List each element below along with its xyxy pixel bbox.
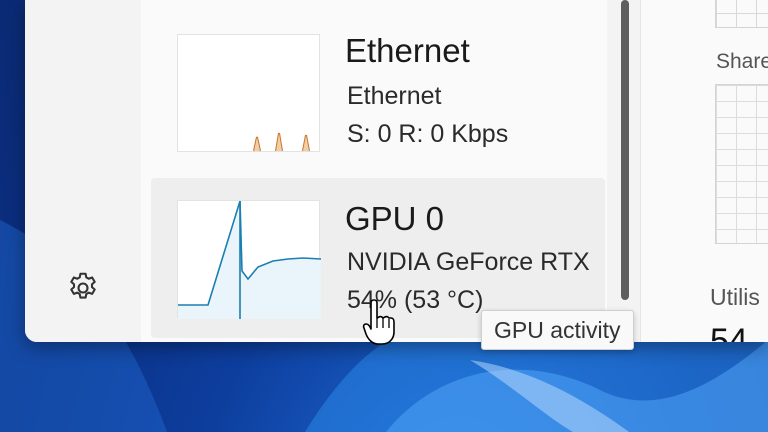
performance-list: Ethernet Ethernet S: 0 R: 0 Kbps GPU 0 N…: [141, 0, 629, 342]
detail-pane: Share Utilis 54: [640, 0, 768, 342]
settings-button[interactable]: [61, 266, 105, 310]
ethernet-graph: [177, 34, 320, 152]
utilisation-value: 54: [710, 322, 748, 342]
task-manager-window: Ethernet Ethernet S: 0 R: 0 Kbps GPU 0 N…: [25, 0, 768, 342]
nav-pane: [25, 0, 141, 342]
gear-icon: [70, 272, 96, 299]
list-scrollbar[interactable]: [621, 0, 629, 300]
detail-graph-top: [715, 0, 768, 28]
shared-memory-graph: [715, 84, 768, 244]
hand-cursor-icon: [362, 299, 395, 345]
tooltip-text: GPU activity: [494, 317, 621, 343]
item-title: GPU 0: [345, 200, 445, 237]
tooltip: GPU activity: [481, 310, 634, 350]
utilisation-label: Utilis: [710, 284, 760, 310]
perf-item-ethernet[interactable]: Ethernet Ethernet S: 0 R: 0 Kbps: [151, 12, 605, 172]
item-title: Ethernet: [345, 32, 470, 69]
gpu-graph: [177, 200, 322, 319]
item-subtitle: NVIDIA GeForce RTX: [347, 248, 590, 276]
shared-memory-label: Share: [716, 50, 768, 73]
item-subtitle: Ethernet: [347, 82, 442, 110]
item-stat: S: 0 R: 0 Kbps: [347, 120, 509, 148]
